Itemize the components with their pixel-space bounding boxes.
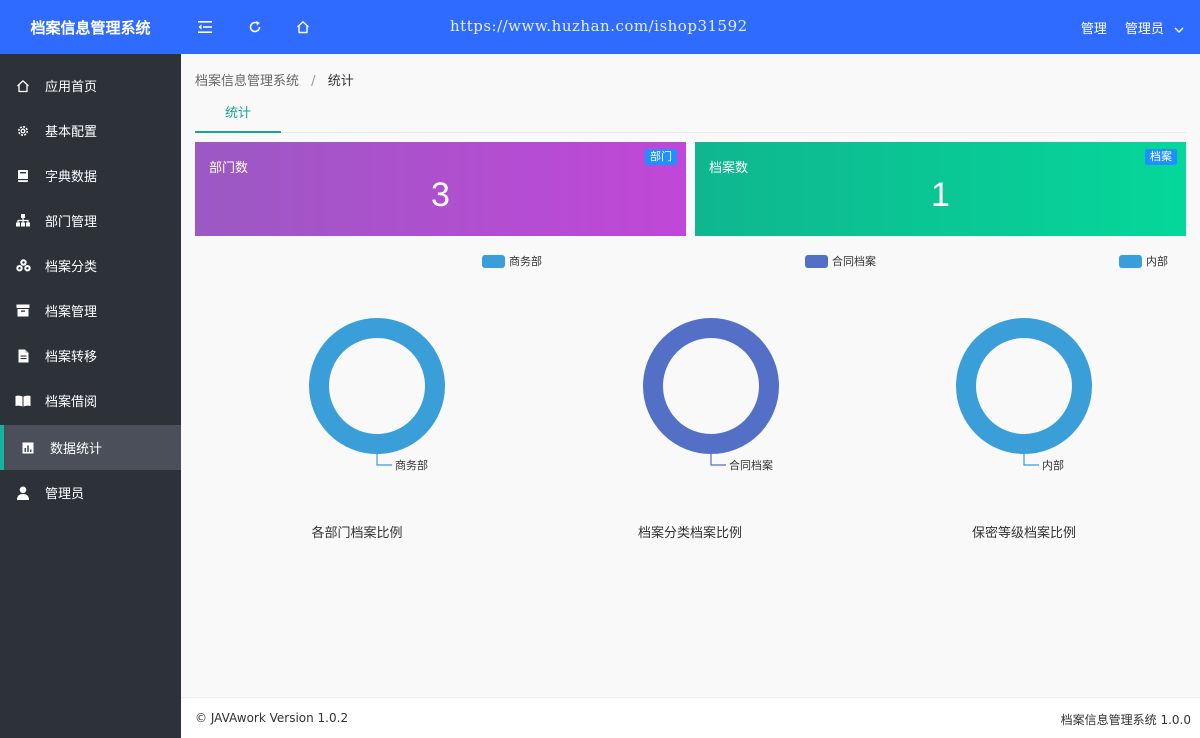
sidebar-item-config[interactable]: 基本配置 — [0, 108, 181, 153]
sidebar-item-label: 档案分类 — [45, 260, 98, 275]
sidebar-item-borrow[interactable]: 档案借阅 — [0, 378, 181, 423]
sidebar-item-departments[interactable]: 部门管理 — [0, 198, 181, 243]
sidebar-item-label: 部门管理 — [45, 215, 98, 230]
footer-version: © JAVAwork Version 1.0.2 — [195, 711, 349, 725]
app-title: 档案信息管理系统 — [30, 18, 151, 37]
sidebar-item-label: 应用首页 — [45, 80, 98, 95]
sidebar-item-label: 档案管理 — [45, 305, 98, 320]
pie-slice — [309, 318, 445, 454]
watermark-url: https://www.huzhan.com/ishop31592 — [450, 17, 748, 35]
top-bar: 档案信息管理系统 https://www.huzhan.com/ishop315… — [0, 0, 1200, 54]
bar-chart-icon — [20, 440, 36, 456]
slice-label: 商务部 — [395, 458, 428, 472]
legend-label: 合同档案 — [832, 255, 876, 268]
card-label: 档案数 — [709, 161, 749, 176]
refresh-icon[interactable] — [243, 15, 267, 39]
sidebar-item-label: 管理员 — [45, 487, 85, 502]
chart-legend[interactable]: 商务部 — [482, 253, 542, 269]
legend-swatch — [482, 254, 505, 268]
file-icon — [15, 348, 31, 364]
sidebar-item-home[interactable]: 应用首页 — [0, 63, 181, 108]
legend-swatch — [1119, 254, 1142, 268]
header-right: 管理 管理员 — [1081, 0, 1184, 54]
legend-label: 内部 — [1146, 255, 1168, 268]
home-icon — [15, 78, 31, 94]
chart-legend[interactable]: 合同档案 — [805, 253, 876, 269]
sidebar-item-label: 档案借阅 — [45, 395, 98, 410]
department-count-card: 部门数 部门 3 — [195, 142, 686, 236]
gear-icon — [15, 123, 31, 139]
slice-label: 内部 — [1042, 458, 1064, 472]
card-badge: 部门 — [645, 149, 677, 165]
chart-legend[interactable]: 内部 — [1119, 253, 1168, 269]
sidebar-item-label: 档案转移 — [45, 350, 98, 365]
sidebar-item-dictionary[interactable]: 字典数据 — [0, 153, 181, 198]
sidebar-item-label: 基本配置 — [45, 125, 98, 140]
home-icon[interactable] — [291, 15, 315, 39]
chart-title: 保密等级档案比例 — [971, 526, 1076, 541]
menu-fold-icon[interactable] — [193, 15, 217, 39]
chart-title: 档案分类档案比例 — [637, 526, 742, 541]
legend-label: 商务部 — [509, 255, 542, 268]
user-menu[interactable]: 管理员 — [1125, 18, 1184, 37]
card-value: 1 — [931, 176, 950, 214]
breadcrumb: 档案信息管理系统 / 统计 — [195, 70, 354, 89]
book-icon — [15, 168, 31, 184]
breadcrumb-root[interactable]: 档案信息管理系统 — [195, 74, 299, 89]
footer: © JAVAwork Version 1.0.2 档案信息管理系统 1.0.0 — [181, 697, 1200, 738]
archive-count-card: 档案数 档案 1 — [695, 142, 1186, 236]
card-value: 3 — [431, 176, 450, 214]
sidebar: 应用首页 基本配置 字典数据 部门管理 档案分类 档案管理 档案转移 档案借阅 … — [0, 54, 181, 738]
user-menu-label: 管理员 — [1124, 21, 1164, 37]
pie-slice — [643, 318, 779, 454]
sidebar-item-categories[interactable]: 档案分类 — [0, 243, 181, 288]
admin-link[interactable]: 管理 — [1081, 18, 1107, 37]
donut-chart-departments: 商务部 — [309, 318, 445, 472]
donut-chart-confidentiality: 内部 — [956, 318, 1092, 472]
tab-statistics[interactable]: 统计 — [195, 100, 281, 133]
sidebar-item-statistics[interactable]: 数据统计 — [0, 425, 181, 470]
cubes-icon — [15, 258, 31, 274]
open-book-icon — [15, 393, 31, 409]
legend-swatch — [805, 254, 828, 268]
tab-bar: 统计 — [195, 100, 1186, 133]
footer-app-version: 档案信息管理系统 1.0.0 — [1060, 713, 1191, 727]
sidebar-item-label: 字典数据 — [45, 170, 98, 185]
sidebar-item-label: 数据统计 — [50, 442, 103, 457]
chevron-down-icon — [1174, 22, 1184, 37]
sidebar-item-transfer[interactable]: 档案转移 — [0, 333, 181, 378]
archive-box-icon — [15, 303, 31, 319]
chart-title: 各部门档案比例 — [311, 526, 403, 541]
sidebar-item-admin[interactable]: 管理员 — [0, 470, 181, 515]
org-chart-icon — [15, 213, 31, 229]
slice-label: 合同档案 — [729, 458, 773, 472]
breadcrumb-separator: / — [311, 74, 316, 89]
card-label: 部门数 — [209, 161, 249, 176]
donut-chart-categories: 合同档案 — [643, 318, 779, 472]
card-badge: 档案 — [1145, 149, 1177, 165]
user-icon — [15, 485, 31, 501]
breadcrumb-current: 统计 — [327, 74, 354, 89]
pie-slice — [956, 318, 1092, 454]
sidebar-item-archives[interactable]: 档案管理 — [0, 288, 181, 333]
